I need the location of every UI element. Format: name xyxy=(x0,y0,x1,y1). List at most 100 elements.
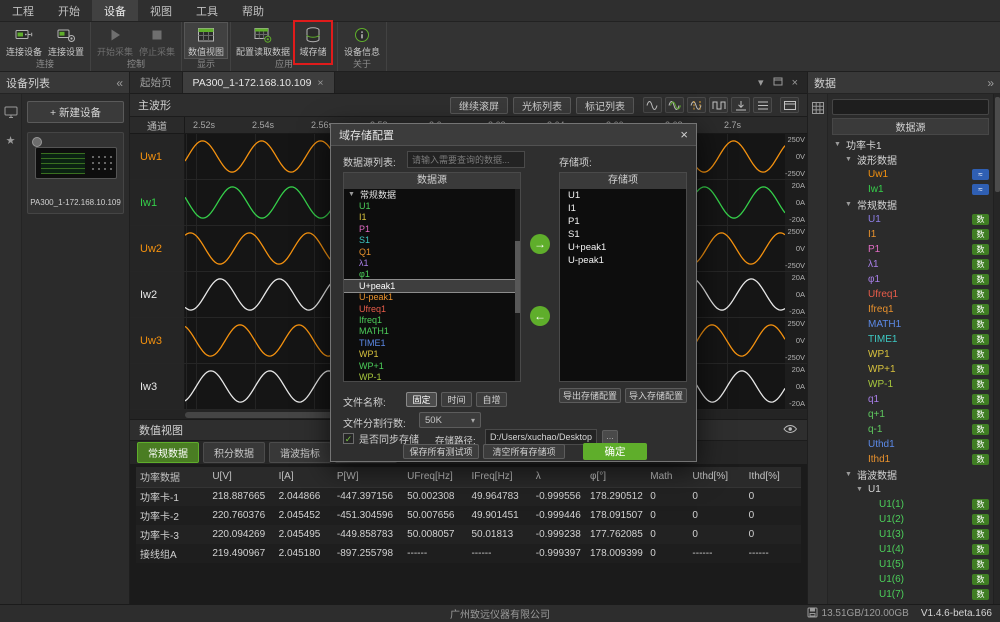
source-item-U-peak1[interactable]: U-peak1 xyxy=(344,292,520,303)
expand-tool-icon[interactable] xyxy=(780,97,799,113)
tab-device-pa300[interactable]: PA300_1-172.168.10.109× xyxy=(183,72,335,93)
save-all-tests-button[interactable]: 保存所有测试项 xyxy=(403,444,479,459)
cursor-tool-icon[interactable] xyxy=(687,97,706,113)
eye-icon[interactable] xyxy=(783,424,798,437)
browse-path-button[interactable]: … xyxy=(602,430,618,444)
source-item-TIME1[interactable]: TIME1 xyxy=(344,337,520,348)
clear-all-storage-button[interactable]: 清空所有存储项 xyxy=(483,444,565,459)
dialog-close-icon[interactable]: × xyxy=(680,127,688,142)
sine-tool-icon[interactable] xyxy=(643,97,662,113)
config-read-data-button[interactable]: 配置读取数据 xyxy=(234,23,292,58)
tree-item-U1[interactable]: ▼U1 xyxy=(832,482,993,497)
tree-item-P1[interactable]: P1数 xyxy=(832,242,993,257)
menu-item-tools[interactable]: 工具 xyxy=(184,0,230,21)
menu-item-start[interactable]: 开始 xyxy=(46,0,92,21)
tree-item-q1[interactable]: q1数 xyxy=(832,392,993,407)
tree-item-Ithd1[interactable]: Ithd1数 xyxy=(832,452,993,467)
float-window-icon[interactable] xyxy=(773,77,783,89)
tab-close-icon[interactable]: × xyxy=(317,77,323,89)
split-rows-select[interactable]: 50K ▾ xyxy=(419,412,481,428)
close-icon[interactable]: × xyxy=(792,77,798,89)
table-row-接线组A[interactable]: 接线组A219.4909672.045180-897.255798-------… xyxy=(136,544,801,563)
chevron-down-icon[interactable]: ▾ xyxy=(758,76,764,89)
dual-sine-tool-icon[interactable] xyxy=(665,97,684,113)
menu-item-project[interactable]: 工程 xyxy=(0,0,46,21)
filename-mode-时间[interactable]: 时间 xyxy=(441,392,472,407)
storage-path-input[interactable] xyxy=(485,429,597,445)
tree-item-q+1[interactable]: q+1数 xyxy=(832,407,993,422)
tree-item-Ifreq1[interactable]: Ifreq1数 xyxy=(832,302,993,317)
tree-item-φ1[interactable]: φ1数 xyxy=(832,272,993,287)
scrollbar-thumb[interactable] xyxy=(515,241,520,313)
source-item-WP1[interactable]: WP1 xyxy=(344,348,520,359)
expand-panel-button[interactable]: » xyxy=(987,76,994,90)
tree-item-Ufreq1[interactable]: Ufreq1数 xyxy=(832,287,993,302)
tree-item-I1[interactable]: I1数 xyxy=(832,227,993,242)
source-item-Ifreq1[interactable]: Ifreq1 xyxy=(344,314,520,325)
source-item-Q1[interactable]: Q1 xyxy=(344,246,520,257)
export-storage-config-button[interactable]: 导出存储配置 xyxy=(559,388,621,403)
storage-item-U+peak1[interactable]: U+peak1 xyxy=(560,241,686,254)
connect-device-button[interactable]: 连接设备 xyxy=(3,23,45,58)
collapse-panel-button[interactable]: « xyxy=(116,76,123,90)
connect-settings-button[interactable]: 连接设置 xyxy=(45,23,87,58)
storage-item-U-peak1[interactable]: U-peak1 xyxy=(560,254,686,267)
table-row-功率卡-3[interactable]: 功率卡-3220.0942692.045495-449.85878350.008… xyxy=(136,525,801,544)
numeric-tab-积分数据[interactable]: 积分数据 xyxy=(203,442,265,463)
storage-item-P1[interactable]: P1 xyxy=(560,215,686,228)
storage-item-S1[interactable]: S1 xyxy=(560,228,686,241)
tree-item-WP1[interactable]: WP1数 xyxy=(832,347,993,362)
tree-item-TIME1[interactable]: TIME1数 xyxy=(832,332,993,347)
list-tool-icon[interactable] xyxy=(753,97,772,113)
tree-item-WP+1[interactable]: WP+1数 xyxy=(832,362,993,377)
add-to-storage-button[interactable]: → xyxy=(530,234,550,254)
data-search-input[interactable] xyxy=(407,151,525,168)
remove-from-storage-button[interactable]: ← xyxy=(530,306,550,326)
grid-icon[interactable] xyxy=(811,101,825,604)
storage-item-U1[interactable]: U1 xyxy=(560,189,686,202)
numeric-view-button[interactable]: 数值视图 xyxy=(185,23,227,58)
tree-item-U1(7)[interactable]: U1(7)数 xyxy=(832,587,993,602)
menu-item-view[interactable]: 视图 xyxy=(138,0,184,21)
start-acquire-button[interactable]: 开始采集 xyxy=(94,23,136,58)
scrollbar-thumb[interactable] xyxy=(995,97,1000,192)
tree-item-常规数据[interactable]: ▼常规数据 xyxy=(832,197,993,212)
tree-item-谐波数据[interactable]: ▼谐波数据 xyxy=(832,467,993,482)
device-card[interactable]: PA300_1-172.168.10.109 xyxy=(27,132,124,214)
menu-item-help[interactable]: 帮助 xyxy=(230,0,276,21)
dialog-tree-scrollbar[interactable] xyxy=(515,189,520,381)
tree-item-U1[interactable]: U1数 xyxy=(832,212,993,227)
tree-item-U1(6)[interactable]: U1(6)数 xyxy=(832,572,993,587)
source-item-S1[interactable]: S1 xyxy=(344,235,520,246)
source-item-P1[interactable]: P1 xyxy=(344,223,520,234)
tree-item-Uthd1[interactable]: Uthd1数 xyxy=(832,437,993,452)
tree-item-U1(4)[interactable]: U1(4)数 xyxy=(832,542,993,557)
menu-item-device[interactable]: 设备 xyxy=(92,0,138,21)
tree-item-Iw1[interactable]: Iw1≈ xyxy=(832,182,993,197)
tree-item-U1(2)[interactable]: U1(2)数 xyxy=(832,512,993,527)
table-row-功率卡-2[interactable]: 功率卡-2220.7603762.045452-451.30459650.007… xyxy=(136,506,801,525)
tree-item-U1(5)[interactable]: U1(5)数 xyxy=(832,557,993,572)
source-item-φ1[interactable]: φ1 xyxy=(344,269,520,280)
marker-list-button[interactable]: 标记列表 xyxy=(576,97,634,114)
stop-acquire-button[interactable]: 停止采集 xyxy=(136,23,178,58)
source-item-U+peak1[interactable]: U+peak1 xyxy=(344,280,520,291)
source-item-Ufreq1[interactable]: Ufreq1 xyxy=(344,303,520,314)
domain-storage-button[interactable]: 域存储 xyxy=(292,23,334,58)
tree-item-q-1[interactable]: q-1数 xyxy=(832,422,993,437)
source-item-U1[interactable]: U1 xyxy=(344,200,520,211)
tree-item-U1(3)[interactable]: U1(3)数 xyxy=(832,527,993,542)
source-item-I1[interactable]: I1 xyxy=(344,212,520,223)
tree-item-U1(1)[interactable]: U1(1)数 xyxy=(832,497,993,512)
tree-item-MATH1[interactable]: MATH1数 xyxy=(832,317,993,332)
new-device-button[interactable]: + 新建设备 xyxy=(27,101,124,123)
monitor-icon[interactable] xyxy=(3,104,19,120)
source-item-λ1[interactable]: λ1 xyxy=(344,257,520,268)
data-tree-scrollbar[interactable] xyxy=(993,94,1000,604)
square-wave-tool-icon[interactable] xyxy=(709,97,728,113)
tree-item-λ1[interactable]: λ1数 xyxy=(832,257,993,272)
data-filter-input[interactable] xyxy=(832,99,989,115)
continue-scroll-button[interactable]: 继续滚屏 xyxy=(450,97,508,114)
numeric-tab-常规数据[interactable]: 常规数据 xyxy=(137,442,199,463)
import-storage-config-button[interactable]: 导入存储配置 xyxy=(625,388,687,403)
